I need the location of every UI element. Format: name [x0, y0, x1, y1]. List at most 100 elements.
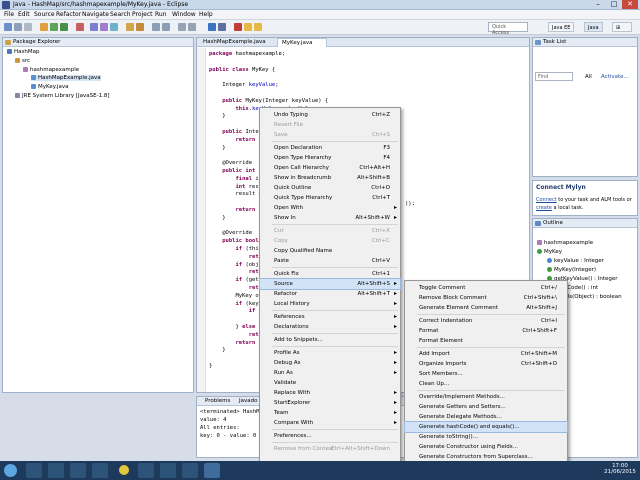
- menu-window[interactable]: Window: [172, 11, 196, 18]
- menu-item-clean-up[interactable]: Clean Up...: [405, 379, 567, 389]
- forward-icon[interactable]: [188, 23, 196, 31]
- external-tools-icon[interactable]: [76, 23, 84, 31]
- perspective-java[interactable]: Java: [584, 22, 603, 32]
- terminal-icon[interactable]: [218, 23, 226, 31]
- menu-source[interactable]: Source: [34, 11, 55, 18]
- menu-item-open-call-hierarchy[interactable]: Open Call Hierarchy Ctrl+Alt+H: [260, 163, 400, 173]
- menu-project[interactable]: Project: [132, 11, 153, 18]
- menu-item-cut[interactable]: Cut Ctrl+X: [260, 226, 400, 236]
- menu-navigate[interactable]: Navigate: [82, 11, 109, 18]
- outline-item-class[interactable]: MyKey: [537, 249, 562, 255]
- close-button[interactable]: ✕: [622, 0, 638, 9]
- menu-item-format-element[interactable]: Format Element: [405, 336, 567, 346]
- stop-icon[interactable]: [234, 23, 242, 31]
- menu-item-startexplorer[interactable]: StartExplorer ▸: [260, 398, 400, 408]
- editor-tab-mykey[interactable]: MyKey.java: [277, 38, 327, 47]
- menu-file[interactable]: File: [4, 11, 14, 18]
- menu-item-open-type-hierarchy[interactable]: Open Type Hierarchy F4: [260, 153, 400, 163]
- menu-item-debug-as[interactable]: Debug As ▸: [260, 358, 400, 368]
- run-as-icon[interactable]: [60, 23, 68, 31]
- start-button-icon[interactable]: [4, 464, 17, 477]
- new-icon[interactable]: [4, 23, 12, 31]
- prev-annotation-icon[interactable]: [152, 23, 160, 31]
- back-icon[interactable]: [178, 23, 186, 31]
- open-type-icon[interactable]: [126, 23, 134, 31]
- menu-item-quick-type-hierarchy[interactable]: Quick Type Hierarchy Ctrl+T: [260, 193, 400, 203]
- menu-item-open-declaration[interactable]: Open Declaration F3: [260, 143, 400, 153]
- menu-item-generate-getters-and-setters[interactable]: Generate Getters and Setters...: [405, 402, 567, 412]
- menu-item-declarations[interactable]: Declarations ▸: [260, 322, 400, 332]
- taskbar-media-icon[interactable]: [70, 463, 86, 478]
- menu-item-generate-tostring[interactable]: Generate toString()...: [405, 432, 567, 442]
- activate-link[interactable]: Activate...: [601, 74, 629, 80]
- menu-item-show-in[interactable]: Show In Alt+Shift+W ▸: [260, 213, 400, 223]
- menu-edit[interactable]: Edit: [18, 11, 30, 18]
- menu-item-toggle-comment[interactable]: Toggle Comment Ctrl+/: [405, 283, 567, 293]
- mylyn-connect-link[interactable]: Connect: [536, 197, 557, 203]
- menu-item-revert-file[interactable]: Revert File: [260, 120, 400, 130]
- menu-item-sort-members[interactable]: Sort Members...: [405, 369, 567, 379]
- menu-item-generate-constructor-using-fields[interactable]: Generate Constructor using Fields...: [405, 442, 567, 452]
- taskbar-app-icon[interactable]: [92, 463, 108, 478]
- menu-item-override-implement-methods[interactable]: Override/Implement Methods...: [405, 392, 567, 402]
- menu-item-refactor[interactable]: Refactor Alt+Shift+T ▸: [260, 289, 400, 299]
- tree-item-src[interactable]: src: [15, 58, 30, 64]
- outline-item-package[interactable]: hashmapexample: [537, 240, 593, 246]
- perspective-java-ee[interactable]: Java EE: [548, 22, 575, 32]
- menu-item-generate-hashcode-and-equals[interactable]: Generate hashCode() and equals()...: [404, 421, 568, 433]
- task-find-input[interactable]: Find: [535, 72, 573, 81]
- menu-item-organize-imports[interactable]: Organize Imports Ctrl+Shift+O: [405, 359, 567, 369]
- taskbar-app3-icon[interactable]: [182, 463, 198, 478]
- menu-item-paste[interactable]: Paste Ctrl+V: [260, 256, 400, 266]
- taskbar-firefox-icon[interactable]: [138, 463, 154, 478]
- menu-item-preferences[interactable]: Preferences...: [260, 431, 400, 441]
- server-icon[interactable]: [208, 23, 216, 31]
- editor-tab-hashmapexample[interactable]: HashMapExample.java: [199, 38, 275, 47]
- maximize-button[interactable]: □: [606, 0, 622, 9]
- new-package-icon[interactable]: [100, 23, 108, 31]
- menu-item-add-to-snippets[interactable]: Add to Snippets...: [260, 335, 400, 345]
- menu-item-remove-block-comment[interactable]: Remove Block Comment Ctrl+Shift+\: [405, 293, 567, 303]
- print-icon[interactable]: [24, 23, 32, 31]
- tab-problems[interactable]: Problems: [205, 398, 230, 404]
- taskbar-ie-icon[interactable]: [26, 463, 42, 478]
- menu-item-local-history[interactable]: Local History ▸: [260, 299, 400, 309]
- taskbar-explorer-icon[interactable]: [48, 463, 64, 478]
- menu-run[interactable]: Run: [155, 11, 167, 18]
- resume-icon[interactable]: [254, 23, 262, 31]
- menu-item-save[interactable]: Save Ctrl+S: [260, 130, 400, 140]
- tree-item-mykey-java[interactable]: MyKey.java: [31, 84, 68, 90]
- menu-item-add-import[interactable]: Add Import Ctrl+Shift+M: [405, 349, 567, 359]
- menu-item-compare-with[interactable]: Compare With ▸: [260, 418, 400, 428]
- menu-refactor[interactable]: Refactor: [56, 11, 81, 18]
- menu-item-generate-delegate-methods[interactable]: Generate Delegate Methods...: [405, 412, 567, 422]
- skip-icon[interactable]: [244, 23, 252, 31]
- menu-item-team[interactable]: Team ▸: [260, 408, 400, 418]
- menu-item-copy-qualified-name[interactable]: Copy Qualified Name: [260, 246, 400, 256]
- menu-item-correct-indentation[interactable]: Correct Indentation Ctrl+I: [405, 316, 567, 326]
- run-icon[interactable]: [40, 23, 48, 31]
- menu-item-profile-as[interactable]: Profile As ▸: [260, 348, 400, 358]
- menu-item-remove-from-context[interactable]: Remove from Context Ctrl+Alt+Shift+Down: [260, 444, 400, 454]
- menu-item-open-with[interactable]: Open With ▸: [260, 203, 400, 213]
- outline-item-constructor[interactable]: MyKey(Integer): [547, 267, 596, 273]
- search-icon[interactable]: [136, 23, 144, 31]
- menu-item-references[interactable]: References ▸: [260, 312, 400, 322]
- menu-search[interactable]: Search: [110, 11, 131, 18]
- tree-item-hashmapexample-java[interactable]: HashMapExample.java: [31, 75, 101, 81]
- tree-item-package[interactable]: hashmapexample: [23, 67, 79, 73]
- tab-javadoc[interactable]: Javado: [239, 398, 257, 404]
- mylyn-create-link[interactable]: create: [536, 205, 552, 211]
- menu-item-quick-fix[interactable]: Quick Fix Ctrl+1: [260, 269, 400, 279]
- task-filter-all[interactable]: All: [585, 74, 592, 80]
- tree-item-project[interactable]: HashMap: [7, 49, 39, 55]
- taskbar-chrome-icon[interactable]: [119, 465, 129, 475]
- new-java-project-icon[interactable]: [90, 23, 98, 31]
- tree-item-jre[interactable]: JRE System Library [JavaSE-1.8]: [15, 93, 110, 99]
- menu-item-replace-with[interactable]: Replace With ▸: [260, 388, 400, 398]
- minimize-button[interactable]: –: [590, 0, 606, 9]
- taskbar-app2-icon[interactable]: [160, 463, 176, 478]
- menu-help[interactable]: Help: [199, 11, 213, 18]
- taskbar-eclipse-icon[interactable]: [204, 463, 220, 478]
- system-clock[interactable]: 17:00 21/06/2015: [604, 463, 636, 475]
